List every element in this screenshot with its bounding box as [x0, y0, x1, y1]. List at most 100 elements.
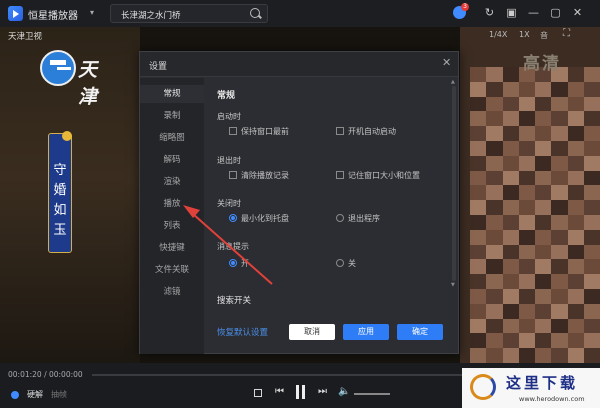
- stop-icon[interactable]: [254, 389, 262, 397]
- volume-slider[interactable]: [354, 393, 390, 395]
- mosaic-tile: [551, 318, 568, 334]
- mosaic-tile: [502, 185, 519, 201]
- nav-item-playback[interactable]: 播放: [140, 195, 204, 213]
- mosaic-tile: [502, 303, 519, 319]
- cancel-button[interactable]: 取消: [289, 324, 335, 340]
- fullscreen-icon[interactable]: ⛶: [563, 28, 570, 39]
- nav-item-general[interactable]: 常规: [140, 85, 204, 103]
- mosaic-tile: [551, 140, 568, 156]
- mosaic-tile: [502, 259, 519, 275]
- mosaic-tile: [567, 303, 584, 319]
- mosaic-tile: [567, 126, 584, 141]
- search-input[interactable]: 长津湖之水门桥: [110, 4, 268, 23]
- apply-button[interactable]: 应用: [343, 324, 389, 340]
- window-close-icon[interactable]: ✕: [571, 6, 584, 19]
- message-on-radio[interactable]: [229, 259, 237, 267]
- mosaic-tile: [535, 170, 552, 186]
- exit-program-radio[interactable]: [336, 214, 344, 222]
- mosaic-tile: [502, 67, 519, 82]
- mosaic-tile: [567, 288, 584, 304]
- mosaic-tile: [551, 111, 568, 127]
- minimize-to-tray-radio[interactable]: [229, 214, 237, 222]
- nav-item-list[interactable]: 列表: [140, 217, 204, 235]
- mosaic-tile: [486, 333, 503, 349]
- mosaic-tile: [470, 303, 487, 319]
- mosaic-tile: [486, 170, 503, 186]
- mosaic-tile: [486, 111, 503, 127]
- mosaic-tile: [551, 214, 568, 230]
- next-icon[interactable]: ⏭: [318, 386, 327, 397]
- mosaic-tile: [470, 274, 487, 289]
- ok-button[interactable]: 确定: [397, 324, 443, 340]
- message-off-radio[interactable]: [336, 259, 344, 267]
- chevron-down-icon[interactable]: ▾: [90, 8, 94, 17]
- previous-icon[interactable]: ⏮: [275, 386, 284, 397]
- close-icon[interactable]: ✕: [442, 56, 451, 69]
- mosaic-tile: [535, 155, 552, 171]
- minimize-icon[interactable]: —: [527, 6, 540, 19]
- mosaic-tile: [583, 126, 600, 141]
- mosaic-tile: [583, 185, 600, 201]
- skin-icon[interactable]: ▣: [505, 6, 518, 19]
- volume-icon[interactable]: 🔈: [338, 386, 350, 397]
- maximize-icon[interactable]: ▢: [549, 6, 562, 19]
- mosaic-tile: [486, 303, 503, 319]
- clear-history-checkbox[interactable]: [229, 171, 237, 179]
- mosaic-tile: [470, 96, 487, 112]
- refresh-icon[interactable]: ↻: [483, 6, 496, 19]
- auto-start-checkbox[interactable]: [336, 127, 344, 135]
- decode-status-icon: [11, 391, 19, 399]
- remember-window-checkbox[interactable]: [336, 171, 344, 179]
- nav-item-thumbnail[interactable]: 缩略图: [140, 129, 204, 147]
- mosaic-tile: [567, 348, 584, 363]
- mosaic-tile: [551, 288, 568, 304]
- search-icon[interactable]: [250, 8, 260, 18]
- scroll-up-icon[interactable]: ▲: [451, 79, 455, 85]
- audio-button[interactable]: 音: [540, 30, 548, 41]
- nav-item-filters[interactable]: 滤镜: [140, 283, 204, 301]
- search-switch-title: 搜索开关: [217, 296, 252, 306]
- mosaic-tile: [518, 140, 535, 156]
- ratio-button[interactable]: 1X: [519, 30, 530, 39]
- mosaic-tile: [583, 140, 600, 156]
- mosaic-tile: [486, 348, 503, 363]
- progress-bar[interactable]: [92, 374, 462, 376]
- mosaic-tile: [551, 333, 568, 349]
- mosaic-tile: [486, 126, 503, 141]
- mosaic-tile: [535, 200, 552, 215]
- mosaic-tile: [567, 229, 584, 245]
- mosaic-tile: [535, 348, 552, 363]
- mosaic-tile: [502, 155, 519, 171]
- dialog-header[interactable]: 设置 ✕: [140, 52, 458, 77]
- mosaic-tile: [535, 96, 552, 112]
- scroll-down-icon[interactable]: ▼: [451, 282, 455, 288]
- mosaic-tile: [502, 229, 519, 245]
- nav-item-file-association[interactable]: 文件关联: [140, 261, 204, 279]
- mosaic-tile: [518, 229, 535, 245]
- nav-item-decode[interactable]: 解码: [140, 151, 204, 169]
- scrollbar[interactable]: [452, 86, 456, 281]
- mosaic-tile: [518, 274, 535, 289]
- pause-icon[interactable]: [296, 385, 306, 399]
- nav-item-shortcuts[interactable]: 快捷键: [140, 239, 204, 257]
- app-title[interactable]: 恒星播放器: [28, 7, 78, 22]
- mosaic-tile: [470, 318, 487, 334]
- drama-sign-dot-icon: [62, 131, 72, 141]
- speed-button[interactable]: 1/4X: [489, 30, 507, 39]
- restore-defaults-link[interactable]: 恢复默认设置: [217, 326, 268, 338]
- mosaic-tile: [502, 170, 519, 186]
- nav-item-record[interactable]: 录制: [140, 107, 204, 125]
- exit-program-label: 退出程序: [348, 214, 380, 223]
- mosaic-tile: [502, 140, 519, 156]
- hardware-decode-button[interactable]: 硬解: [27, 389, 43, 400]
- keep-on-top-checkbox[interactable]: [229, 127, 237, 135]
- mosaic-tile: [470, 259, 487, 275]
- mosaic-tile: [551, 155, 568, 171]
- watermark-url: www.herodown.com: [519, 395, 585, 403]
- mosaic-tile: [486, 140, 503, 156]
- mosaic-tile: [518, 185, 535, 201]
- mosaic-tile: [535, 185, 552, 201]
- mosaic-tile: [583, 111, 600, 127]
- nav-item-render[interactable]: 渲染: [140, 173, 204, 191]
- frame-skip-button[interactable]: 抽帧: [51, 389, 67, 400]
